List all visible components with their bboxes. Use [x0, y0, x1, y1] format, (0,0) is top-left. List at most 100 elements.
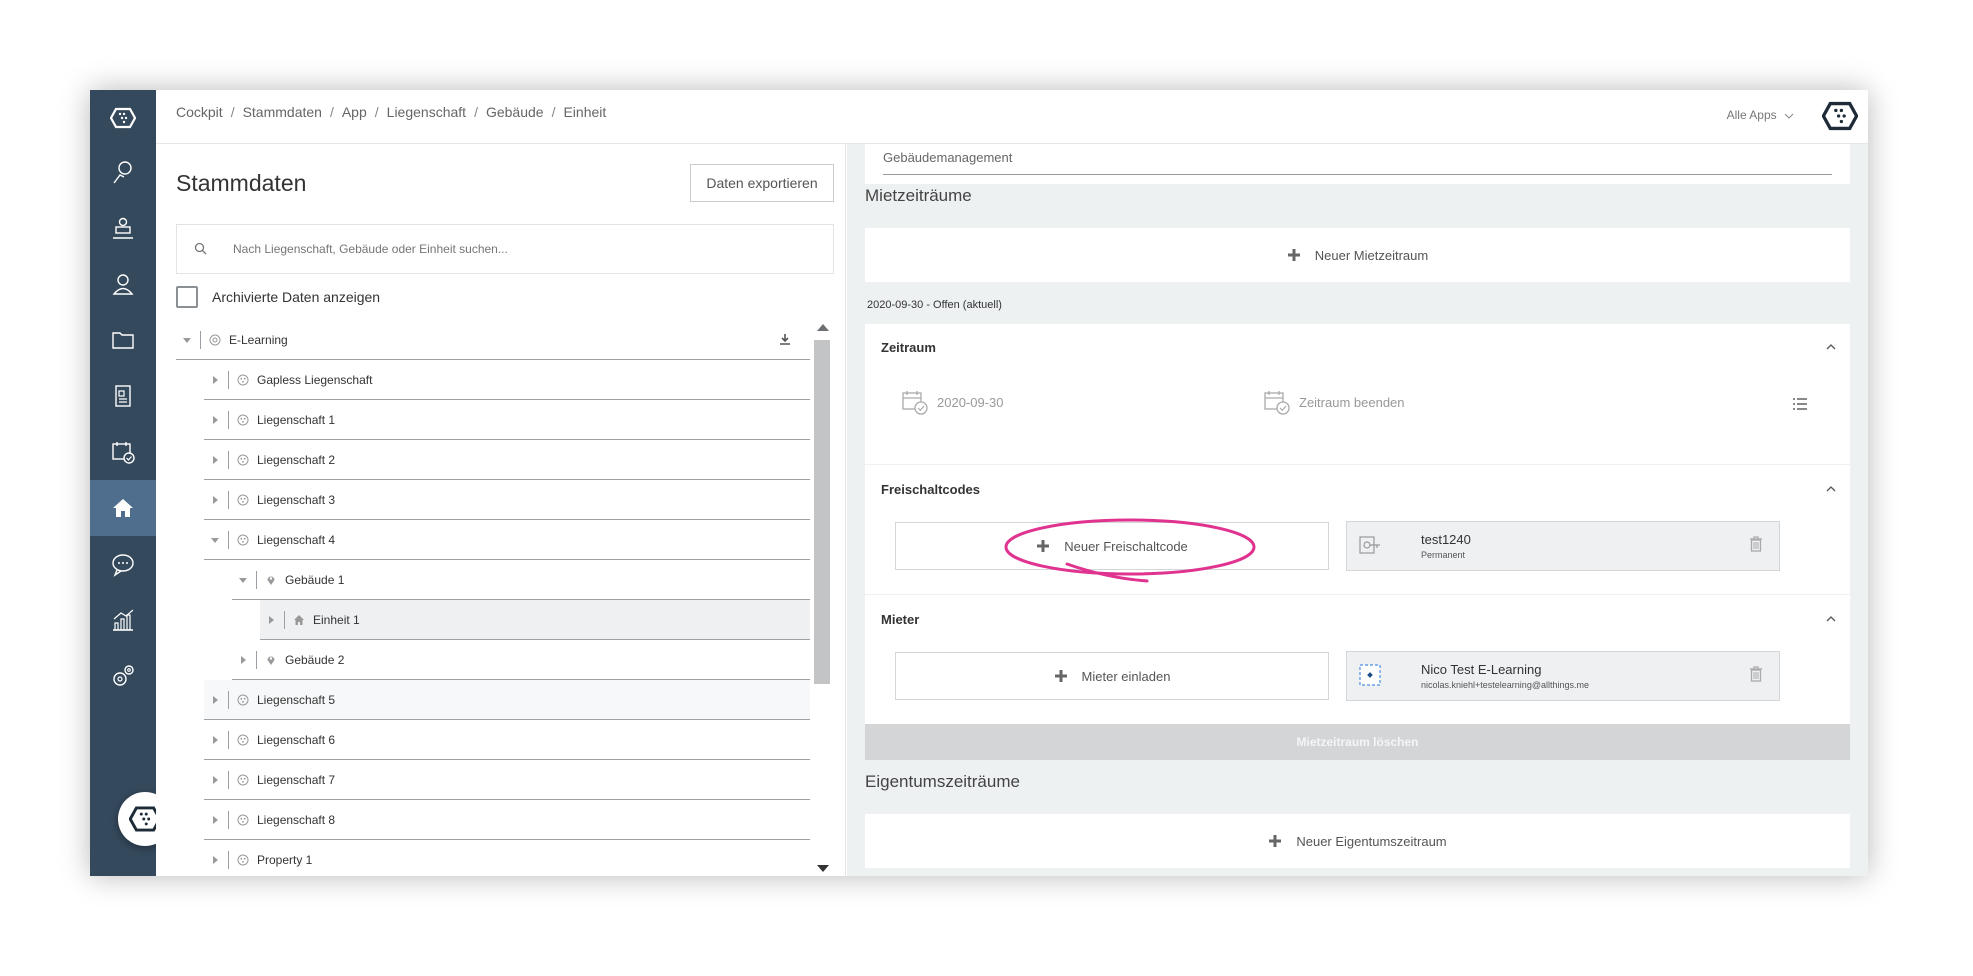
caret-right-icon[interactable] — [210, 815, 220, 825]
unlock-code-type: Permanent — [1421, 550, 1466, 560]
chevron-up-icon[interactable] — [1826, 614, 1836, 624]
caret-right-icon[interactable] — [210, 735, 220, 745]
start-date[interactable]: 2020-09-30 — [901, 388, 1004, 416]
section-divider — [865, 594, 1850, 595]
user-icon — [112, 274, 134, 295]
app-logo-icon[interactable] — [1822, 98, 1858, 134]
app-logo-icon — [110, 107, 136, 129]
caret-right-icon[interactable] — [210, 455, 220, 465]
caret-right-icon[interactable] — [210, 775, 220, 785]
delete-rental-period-button[interactable]: Mietzeitraum löschen — [865, 724, 1850, 760]
plus-icon — [1269, 835, 1282, 847]
tree-row[interactable]: Liegenschaft 1 — [204, 400, 810, 440]
rental-period-label: 2020-09-30 - Offen (aktuell) — [867, 299, 1002, 311]
period-section-header: Zeitraum — [881, 340, 936, 355]
export-data-button[interactable]: Daten exportieren — [690, 164, 834, 202]
section-divider — [865, 464, 1850, 465]
caret-right-icon[interactable] — [210, 855, 220, 865]
scroll-down-arrow-icon[interactable] — [817, 865, 829, 872]
tree-separator — [284, 610, 285, 629]
breadcrumb-gebaeude[interactable]: Gebäude — [486, 104, 544, 120]
tree-separator — [228, 410, 229, 429]
chevron-up-icon[interactable] — [1826, 342, 1836, 352]
sidebar-item-messages[interactable] — [90, 536, 156, 592]
scroll-up-arrow-icon[interactable] — [817, 324, 829, 331]
new-ownership-period-label: Neuer Eigentumszeitraum — [1296, 833, 1447, 849]
tenant-email: nicolas.kniehl+testelearning@allthings.m… — [1421, 680, 1589, 690]
sidebar-item-documents[interactable] — [90, 368, 156, 424]
new-rental-period-button[interactable]: Neuer Mietzeitraum — [865, 228, 1850, 282]
chevron-up-icon[interactable] — [1826, 484, 1836, 494]
sidebar-item-home[interactable] — [90, 480, 156, 536]
breadcrumb-separator: / — [551, 104, 556, 120]
tree-row[interactable]: Liegenschaft 6 — [204, 720, 810, 760]
sidebar-item-analytics[interactable] — [90, 592, 156, 648]
tree-scrollbar[interactable] — [810, 320, 834, 876]
sidebar-item-calendar[interactable] — [90, 424, 156, 480]
scroll-thumb[interactable] — [814, 340, 830, 684]
tree-label: Gapless Liegenschaft — [257, 372, 373, 387]
download-icon[interactable] — [778, 332, 792, 346]
caret-right-icon[interactable] — [210, 695, 220, 705]
master-data-panel: Stammdaten Daten exportieren Archivierte… — [156, 144, 846, 876]
tree-row[interactable]: Liegenschaft 2 — [204, 440, 810, 480]
caret-right-icon[interactable] — [210, 415, 220, 425]
tree-row-selected[interactable]: Einheit 1 — [260, 600, 810, 640]
caret-down-icon[interactable] — [238, 575, 248, 585]
tree-row[interactable]: Liegenschaft 8 — [204, 800, 810, 840]
search-input[interactable] — [233, 242, 793, 256]
chevron-down-icon — [1784, 113, 1794, 119]
caret-right-icon[interactable] — [266, 615, 276, 625]
tree-label: Gebäude 2 — [285, 652, 345, 667]
caret-down-icon[interactable] — [210, 535, 220, 545]
tree-row[interactable]: Gebäude 2 — [232, 640, 810, 680]
caret-right-icon[interactable] — [210, 495, 220, 505]
tree-row[interactable]: Liegenschaft 4 — [204, 520, 810, 560]
property-icon — [237, 854, 249, 865]
sidebar-item-settings[interactable] — [90, 648, 156, 704]
sidebar: 1 — [90, 90, 178, 876]
tenant-card[interactable]: Nico Test E-Learning nicolas.kniehl+test… — [1346, 651, 1780, 701]
trash-icon[interactable] — [1749, 666, 1763, 682]
trash-icon[interactable] — [1749, 536, 1763, 552]
breadcrumb-stammdaten[interactable]: Stammdaten — [243, 104, 322, 120]
new-ownership-period-button[interactable]: Neuer Eigentumszeitraum — [865, 814, 1850, 868]
all-apps-dropdown[interactable]: Alle Apps — [1727, 108, 1794, 122]
end-period-button[interactable]: Zeitraum beenden — [1263, 388, 1405, 416]
caret-right-icon[interactable] — [210, 375, 220, 385]
property-icon — [237, 734, 249, 745]
app-window: 1 Cockpit / Stammdaten / App / Liegenschaft… — [90, 90, 1868, 876]
new-unlock-code-button[interactable]: Neuer Freischaltcode — [895, 522, 1329, 570]
caret-right-icon[interactable] — [238, 655, 248, 665]
invite-tenant-label: Mieter einladen — [1081, 668, 1171, 684]
tree-row[interactable]: Liegenschaft 3 — [204, 480, 810, 520]
breadcrumb: Cockpit / Stammdaten / App / Liegenschaft / … — [176, 104, 606, 120]
breadcrumb-liegenschaft[interactable]: Liegenschaft — [387, 104, 466, 120]
sidebar-item-files[interactable] — [90, 312, 156, 368]
sidebar-logo[interactable] — [90, 90, 156, 146]
breadcrumb-app[interactable]: App — [342, 104, 367, 120]
unlock-code-card[interactable]: test1240 Permanent — [1346, 521, 1780, 571]
tree-row[interactable]: Property 1 — [204, 840, 810, 876]
caret-down-icon[interactable] — [182, 335, 192, 345]
tree-row-e-learning[interactable]: E-Learning — [176, 320, 810, 360]
invite-tenant-button[interactable]: Mieter einladen — [895, 652, 1329, 700]
tree-row[interactable]: Liegenschaft 7 — [204, 760, 810, 800]
tree-row[interactable]: Gebäude 1 — [232, 560, 810, 600]
sidebar-item-user[interactable] — [90, 256, 156, 312]
users-group-icon — [113, 217, 133, 239]
new-rental-period-label: Neuer Mietzeitraum — [1314, 247, 1429, 263]
sidebar-item-groups[interactable] — [90, 200, 156, 256]
breadcrumb-cockpit[interactable]: Cockpit — [176, 104, 223, 120]
sidebar-item-support[interactable] — [90, 144, 156, 200]
tree-row[interactable]: Gapless Liegenschaft — [204, 360, 810, 400]
property-icon — [237, 694, 249, 705]
tree-separator — [228, 690, 229, 709]
archive-checkbox-row[interactable]: Archivierte Daten anzeigen — [176, 286, 380, 308]
list-icon[interactable] — [1792, 397, 1808, 411]
archive-checkbox[interactable] — [176, 286, 198, 308]
property-icon — [237, 534, 249, 545]
tree-separator — [256, 650, 257, 669]
tree-row[interactable]: Liegenschaft 5 — [204, 680, 810, 720]
key-icon — [1359, 536, 1380, 554]
